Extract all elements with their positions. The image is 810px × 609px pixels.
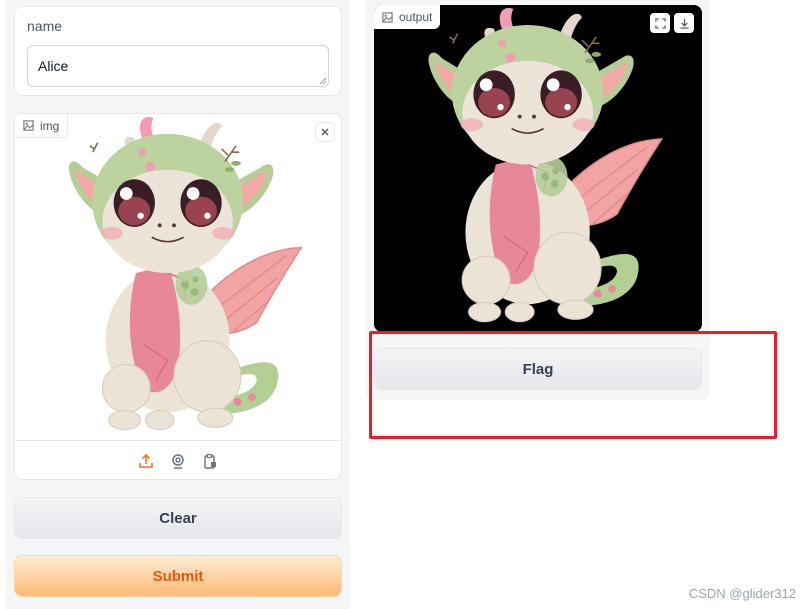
output-label-chip: output xyxy=(374,5,441,29)
resize-grip-icon[interactable] xyxy=(319,77,327,85)
input-image xyxy=(15,114,341,440)
clear-button[interactable]: Clear xyxy=(14,497,342,539)
close-icon xyxy=(321,128,329,136)
image-icon xyxy=(382,11,393,23)
clear-image-button[interactable] xyxy=(315,122,335,142)
watermark: CSDN @glider312 xyxy=(688,586,796,601)
dragon-image xyxy=(15,114,341,440)
download-button[interactable] xyxy=(674,13,694,33)
name-textbox-block: name Alice xyxy=(14,6,342,96)
download-icon xyxy=(679,18,689,29)
annotation-highlight-box xyxy=(369,331,777,439)
clipboard-icon xyxy=(204,453,216,469)
fullscreen-icon xyxy=(654,17,666,29)
submit-button[interactable]: Submit xyxy=(14,555,342,597)
clipboard-source-button[interactable] xyxy=(199,450,221,472)
webcam-source-button[interactable] xyxy=(167,450,189,472)
image-input-block: img xyxy=(14,113,342,480)
image-icon xyxy=(23,120,34,131)
output-dragon-image xyxy=(374,5,702,332)
image-label-chip: img xyxy=(15,114,69,138)
name-label: name xyxy=(27,18,63,34)
image-label: img xyxy=(40,118,60,133)
output-image-block: output xyxy=(374,5,702,332)
name-input[interactable]: Alice xyxy=(27,45,329,87)
webcam-icon xyxy=(172,453,184,469)
upload-source-button[interactable] xyxy=(135,450,157,472)
output-label: output xyxy=(399,10,433,24)
fullscreen-button[interactable] xyxy=(650,13,670,33)
upload-icon xyxy=(139,453,153,468)
image-source-bar xyxy=(15,440,341,479)
input-column: name Alice img Clear Submit xyxy=(6,0,350,609)
